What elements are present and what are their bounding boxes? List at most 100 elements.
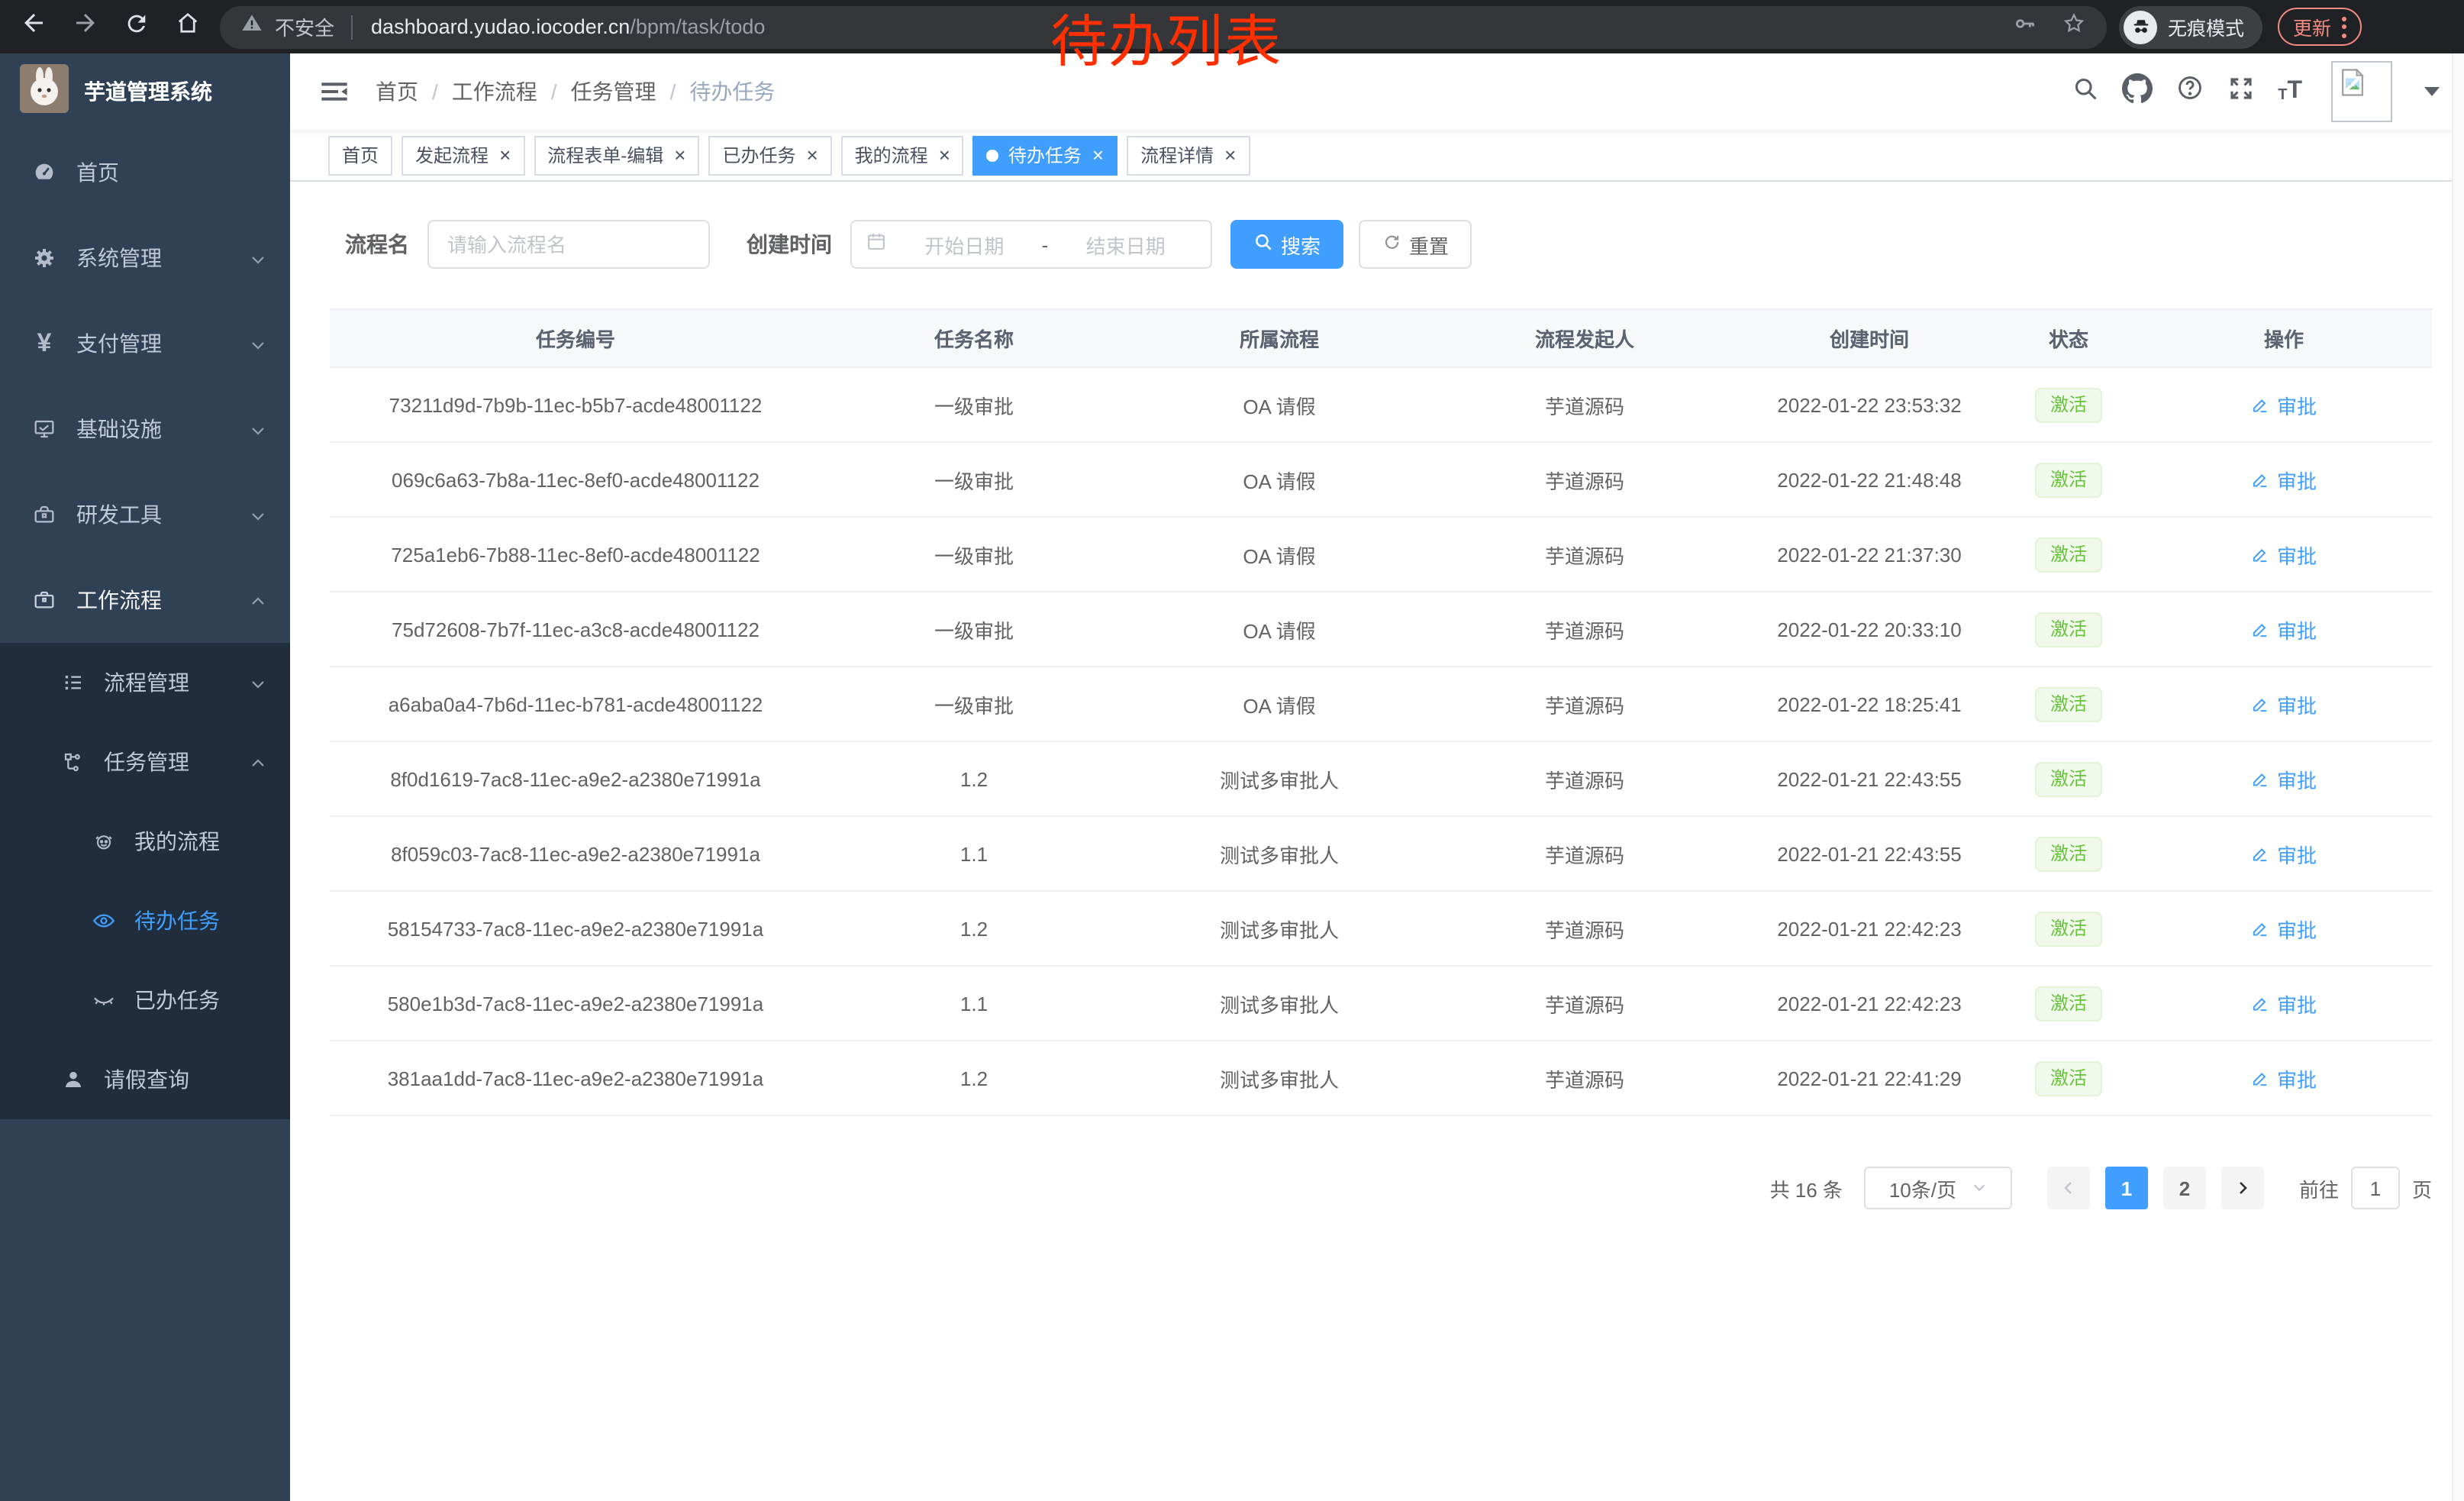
help-icon[interactable] bbox=[2175, 73, 2204, 110]
font-size-icon[interactable]: TT bbox=[2278, 79, 2302, 104]
tab-close-icon[interactable]: × bbox=[499, 146, 511, 164]
password-key-icon[interactable] bbox=[2012, 10, 2038, 44]
approve-button-label: 审批 bbox=[2277, 914, 2317, 943]
fullscreen-icon[interactable] bbox=[2227, 74, 2255, 109]
reset-button[interactable]: 重置 bbox=[1359, 220, 1472, 269]
task-id-cell: 580e1b3d-7ac8-11ec-a9e2-a2380e71991a bbox=[330, 966, 821, 1041]
action-cell: 审批 bbox=[2136, 517, 2432, 592]
process-cell: 测试多审批人 bbox=[1127, 1041, 1432, 1115]
vertical-scrollbar[interactable] bbox=[2452, 53, 2464, 1501]
sidebar-item-infrastructure[interactable]: 基础设施 bbox=[0, 386, 290, 472]
reload-button[interactable] bbox=[124, 10, 150, 44]
sidebar-item-label: 任务管理 bbox=[104, 722, 189, 802]
page-button-2[interactable]: 2 bbox=[2163, 1167, 2206, 1209]
starter-cell: 芋道源码 bbox=[1432, 741, 1737, 816]
page-unit-label: 页 bbox=[2412, 1173, 2432, 1202]
search-button[interactable]: 搜索 bbox=[1230, 220, 1343, 269]
approve-button[interactable]: 审批 bbox=[2251, 465, 2317, 494]
approve-button[interactable]: 审批 bbox=[2251, 914, 2317, 943]
sidebar-item-process-mgmt[interactable]: 流程管理 bbox=[0, 643, 290, 722]
task-id-cell: 8f0d1619-7ac8-11ec-a9e2-a2380e71991a bbox=[330, 741, 821, 816]
tab[interactable]: 我的流程× bbox=[841, 135, 964, 175]
back-button[interactable] bbox=[20, 9, 47, 44]
tab[interactable]: 首页 bbox=[328, 135, 392, 175]
action-cell: 审批 bbox=[2136, 966, 2432, 1041]
security-warning-icon[interactable] bbox=[240, 11, 264, 43]
task-id-cell: 069c6a63-7b8a-11ec-8ef0-acde48001122 bbox=[330, 442, 821, 517]
tab[interactable]: 已办任务× bbox=[708, 135, 831, 175]
approve-button[interactable]: 审批 bbox=[2251, 839, 2317, 868]
create-time-label: 创建时间 bbox=[747, 229, 832, 260]
goto-page-input[interactable] bbox=[2351, 1167, 2400, 1209]
sidebar-item-workflow[interactable]: 工作流程 bbox=[0, 557, 290, 643]
app-logo-row[interactable]: 芋道管理系统 bbox=[0, 53, 290, 130]
sidebar-item-todo-tasks[interactable]: 待办任务 bbox=[0, 881, 290, 960]
sidebar-item-my-process[interactable]: 我的流程 bbox=[0, 802, 290, 881]
tab[interactable]: 流程表单-编辑 × bbox=[534, 135, 699, 175]
approve-button[interactable]: 审批 bbox=[2251, 615, 2317, 644]
approve-button[interactable]: 审批 bbox=[2251, 689, 2317, 718]
sidebar-item-leave-query[interactable]: 请假查询 bbox=[0, 1040, 290, 1119]
kebab-menu-icon[interactable] bbox=[2342, 16, 2346, 37]
pagination: 共 16 条 10条/页 1 2 前往 页 bbox=[330, 1167, 2432, 1209]
table-row: 725a1eb6-7b88-11ec-8ef0-acde48001122一级审批… bbox=[330, 517, 2432, 592]
annotation-title: 待办列表 bbox=[1050, 14, 1282, 70]
url-path: /bpm/task/todo bbox=[630, 15, 765, 38]
date-range-picker[interactable]: 开始日期 - 结束日期 bbox=[850, 220, 1212, 269]
table-row: 069c6a63-7b8a-11ec-8ef0-acde48001122一级审批… bbox=[330, 442, 2432, 517]
page-size-value: 10条/页 bbox=[1889, 1173, 1956, 1202]
process-name-input[interactable] bbox=[427, 220, 710, 269]
approve-button[interactable]: 审批 bbox=[2251, 989, 2317, 1018]
approve-button[interactable]: 审批 bbox=[2251, 1064, 2317, 1093]
sidebar-item-home[interactable]: 首页 bbox=[0, 130, 290, 215]
tab-close-icon[interactable]: × bbox=[1224, 146, 1236, 164]
column-header-created: 创建时间 bbox=[1737, 309, 2001, 367]
browser-update-button[interactable]: 更新 bbox=[2278, 8, 2362, 46]
goto-label: 前往 bbox=[2299, 1173, 2339, 1202]
home-button[interactable] bbox=[174, 9, 202, 44]
sidebar-item-done-tasks[interactable]: 已办任务 bbox=[0, 960, 290, 1040]
breadcrumb-item[interactable]: 首页 bbox=[376, 76, 418, 107]
search-icon[interactable] bbox=[2072, 74, 2099, 109]
approve-button[interactable]: 审批 bbox=[2251, 764, 2317, 793]
app-logo bbox=[20, 63, 69, 120]
task-table-wrap: 任务编号 任务名称 所属流程 流程发起人 创建时间 状态 操作 73211d9d… bbox=[330, 308, 2432, 1116]
tab[interactable]: 待办任务× bbox=[973, 135, 1118, 175]
tab-close-icon[interactable]: × bbox=[674, 146, 685, 164]
breadcrumb-item[interactable]: 任务管理 bbox=[571, 76, 656, 107]
approve-button[interactable]: 审批 bbox=[2251, 540, 2317, 569]
sidebar-item-dev-tools[interactable]: 研发工具 bbox=[0, 472, 290, 557]
next-page-button[interactable] bbox=[2221, 1167, 2264, 1209]
created-time-cell: 2022-01-22 20:33:10 bbox=[1737, 592, 2001, 667]
forward-button[interactable] bbox=[72, 9, 99, 44]
tab[interactable]: 流程详情× bbox=[1127, 135, 1250, 175]
tab-close-icon[interactable]: × bbox=[1092, 146, 1104, 164]
url-host: dashboard.yudao.iocoder.cn bbox=[371, 15, 630, 38]
prev-page-button[interactable] bbox=[2047, 1167, 2090, 1209]
created-time-cell: 2022-01-21 22:43:55 bbox=[1737, 741, 2001, 816]
caret-down-icon[interactable] bbox=[2424, 87, 2440, 96]
sidebar-item-task-mgmt[interactable]: 任务管理 bbox=[0, 722, 290, 802]
search-button-icon bbox=[1253, 232, 1273, 257]
incognito-badge: 无痕模式 bbox=[2119, 5, 2262, 48]
github-icon[interactable] bbox=[2122, 73, 2153, 111]
avatar[interactable] bbox=[2331, 61, 2392, 122]
page-size-select[interactable]: 10条/页 bbox=[1864, 1167, 2012, 1209]
tab-close-icon[interactable]: × bbox=[939, 146, 950, 164]
bookmark-star-icon[interactable] bbox=[2061, 10, 2087, 44]
task-id-cell: a6aba0a4-7b6d-11ec-b781-acde48001122 bbox=[330, 667, 821, 741]
hamburger-icon[interactable] bbox=[319, 76, 350, 115]
sidebar-item-payment[interactable]: ¥ 支付管理 bbox=[0, 301, 290, 386]
tab-close-icon[interactable]: × bbox=[806, 146, 818, 164]
approve-button[interactable]: 审批 bbox=[2251, 390, 2317, 419]
action-cell: 审批 bbox=[2136, 592, 2432, 667]
sidebar-item-system[interactable]: 系统管理 bbox=[0, 215, 290, 301]
page-button-1[interactable]: 1 bbox=[2105, 1167, 2148, 1209]
reset-button-label: 重置 bbox=[1409, 230, 1449, 259]
tab-label: 流程表单-编辑 bbox=[547, 142, 663, 168]
task-name-cell: 1.2 bbox=[821, 741, 1127, 816]
task-id-cell: 58154733-7ac8-11ec-a9e2-a2380e71991a bbox=[330, 891, 821, 966]
approve-button-label: 审批 bbox=[2277, 689, 2317, 718]
tab[interactable]: 发起流程× bbox=[402, 135, 524, 175]
breadcrumb-item[interactable]: 工作流程 bbox=[452, 76, 537, 107]
